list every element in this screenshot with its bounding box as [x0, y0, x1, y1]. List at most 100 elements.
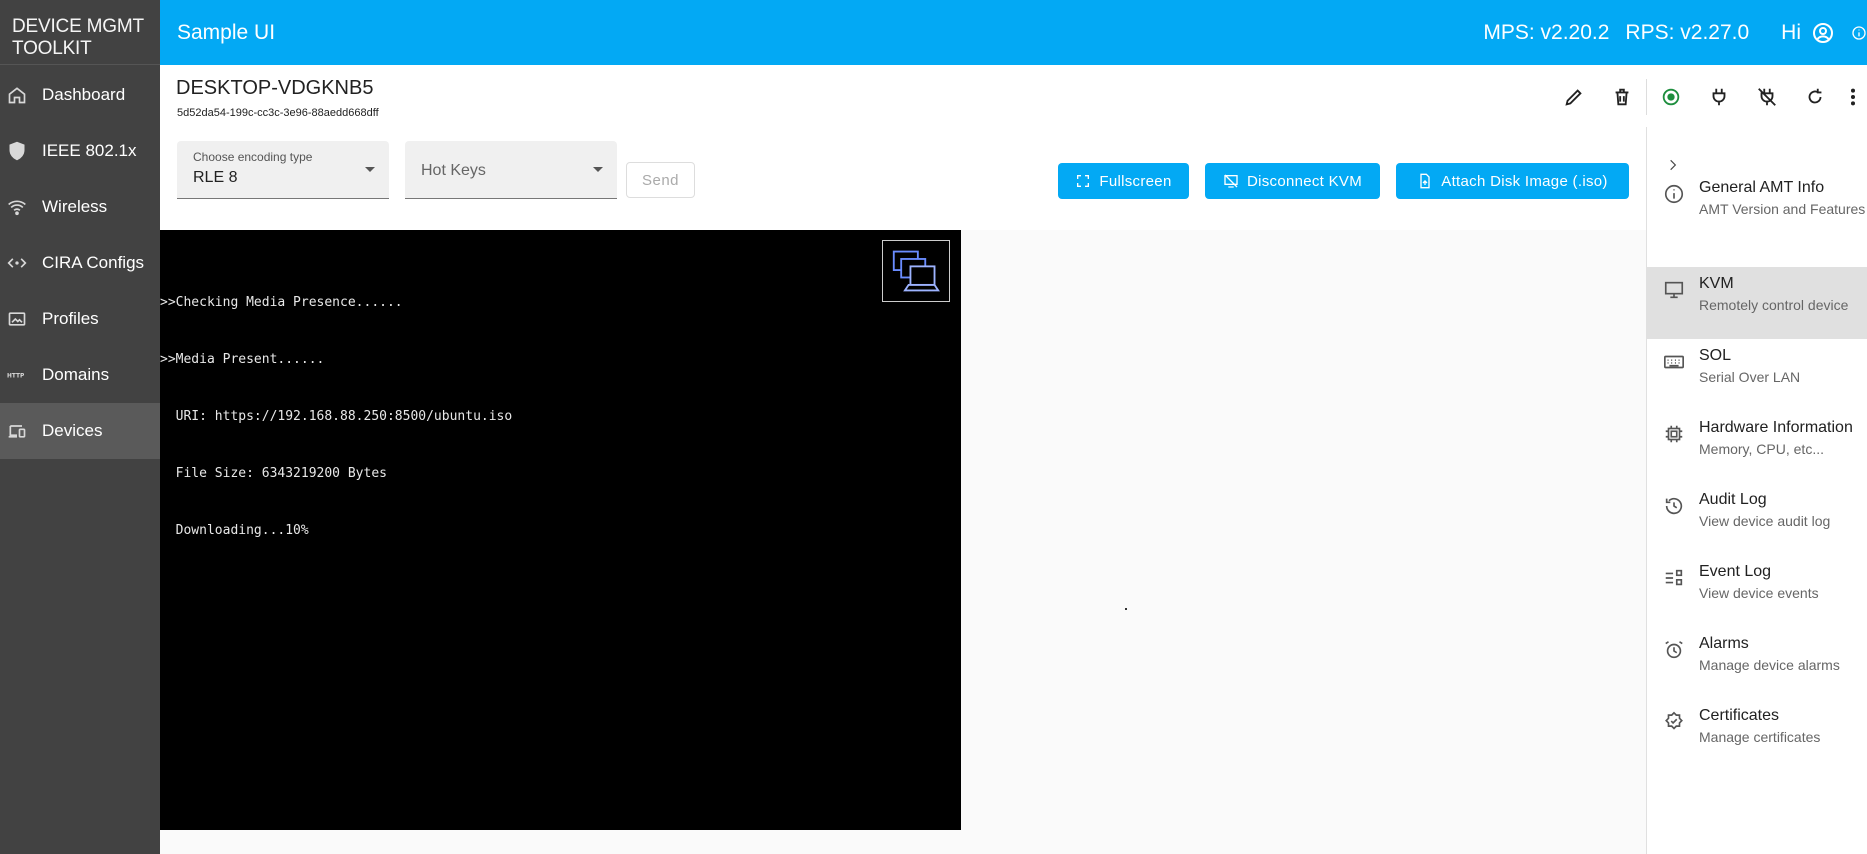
nav-item-title: General AMT Info [1699, 179, 1825, 196]
http-icon: HTTP [7, 365, 27, 385]
console-line: >>Media Present...... [160, 352, 325, 367]
certificate-icon [1663, 711, 1685, 733]
sidebar-item-domains[interactable]: HTTP Domains [0, 347, 160, 403]
nav-certificates[interactable]: Certificates Manage certificates [1647, 699, 1867, 771]
attach-disk-image-label: Attach Disk Image (.iso) [1441, 172, 1608, 190]
fullscreen-button[interactable]: Fullscreen [1058, 163, 1189, 199]
info-icon[interactable] [1851, 21, 1867, 45]
chevron-down-icon [593, 167, 603, 172]
chip-icon [1663, 423, 1685, 445]
version-info: MPS: v2.20.2 RPS: v2.27.0 Hi [1483, 0, 1867, 65]
nav-audit-log[interactable]: Audit Log View device audit log [1647, 483, 1867, 555]
nav-item-subtitle: AMT Version and Features [1699, 201, 1866, 217]
account-circle-icon[interactable] [1811, 21, 1835, 45]
console-output: >>Checking Media Presence...... >>Media … [160, 255, 512, 578]
sidebar-item-label: Dashboard [42, 85, 126, 104]
console-line: Downloading...10% [160, 523, 309, 538]
hot-keys-placeholder: Hot Keys [421, 162, 486, 179]
sidebar-item-label: Domains [42, 365, 110, 384]
edit-button[interactable] [1550, 81, 1598, 113]
brand-line-1: DEVICE MGMT [12, 16, 144, 37]
nav-item-subtitle: Manage certificates [1699, 729, 1821, 745]
nav-item-title: KVM [1699, 275, 1734, 292]
hot-keys-select[interactable]: Hot Keys [405, 141, 617, 199]
delete-button[interactable] [1598, 81, 1646, 113]
event-list-icon [1663, 567, 1685, 589]
attach-disk-image-button[interactable]: Attach Disk Image (.iso) [1396, 163, 1629, 199]
nav-hardware-information[interactable]: Hardware Information Memory, CPU, etc... [1647, 411, 1867, 483]
pencil-icon [1565, 89, 1582, 106]
nav-item-title: Hardware Information [1699, 419, 1853, 436]
more-options-button[interactable] [1839, 81, 1867, 113]
user-greeting: Hi [1781, 20, 1801, 44]
brand-line-2: TOOLKIT [12, 38, 92, 59]
reset-button[interactable] [1791, 81, 1839, 113]
history-icon [1663, 495, 1685, 517]
kvm-toolbar: Choose encoding type RLE 8 Hot Keys Send… [160, 127, 1646, 230]
console-line: >>Checking Media Presence...... [160, 295, 403, 310]
nav-general-amt-info[interactable]: General AMT Info AMT Version and Feature… [1647, 171, 1867, 243]
restart-icon [1808, 88, 1822, 104]
sidebar-item-cira-configs[interactable]: CIRA Configs [0, 235, 160, 291]
nav-item-title: Event Log [1699, 563, 1772, 580]
send-button[interactable]: Send [626, 162, 695, 198]
sidebar-item-ieee[interactable]: IEEE 802.1x [0, 123, 160, 179]
sidebar-item-dashboard[interactable]: Dashboard [0, 67, 160, 123]
app-title: Sample UI [177, 20, 276, 44]
home-icon [7, 85, 27, 105]
disconnect-kvm-button[interactable]: Disconnect KVM [1205, 163, 1380, 199]
trash-icon [1615, 88, 1629, 106]
sidebar-item-label: Devices [42, 421, 103, 440]
console-line: URI: https://192.168.88.250:8500/ubuntu.… [160, 409, 513, 424]
desktop-off-icon [1224, 174, 1238, 188]
plug-icon [1712, 88, 1726, 106]
file-upload-icon [1420, 173, 1430, 189]
fullscreen-label: Fullscreen [1099, 172, 1172, 190]
sidebar-item-wireless[interactable]: Wireless [0, 179, 160, 235]
nav-item-title: Alarms [1699, 635, 1749, 652]
nav-item-subtitle: Manage device alarms [1699, 657, 1840, 673]
nav-item-subtitle: Serial Over LAN [1699, 369, 1801, 385]
power-off-button[interactable] [1743, 81, 1791, 113]
power-up-button[interactable] [1695, 81, 1743, 113]
nav-event-log[interactable]: Event Log View device events [1647, 555, 1867, 627]
profile-icon [7, 309, 27, 329]
keyboard-icon [1663, 351, 1685, 373]
nav-alarms[interactable]: Alarms Manage device alarms [1647, 627, 1867, 699]
top-app-bar: Sample UI MPS: v2.20.2 RPS: v2.27.0 Hi [160, 0, 1867, 65]
brand-logo-text: DEVICE MGMT TOOLKIT [0, 0, 160, 65]
rps-version: RPS: v2.27.0 [1625, 20, 1750, 44]
svg-text:HTTP: HTTP [7, 374, 25, 380]
nav-item-subtitle: Memory, CPU, etc... [1699, 441, 1824, 457]
power-status-button[interactable] [1647, 81, 1695, 113]
sidebar-item-devices[interactable]: Devices [0, 403, 160, 459]
sidebar-item-label: IEEE 802.1x [42, 141, 137, 160]
console-line: File Size: 6343219200 Bytes [160, 466, 387, 481]
device-guid: 5d52da54-199c-cc3c-3e96-88aedd668dff [177, 107, 379, 119]
nav-item-subtitle: View device events [1699, 585, 1819, 601]
wifi-icon [7, 197, 27, 217]
code-icon [7, 253, 27, 273]
monitor-icon [1663, 279, 1685, 301]
encoding-type-select[interactable]: Choose encoding type RLE 8 [177, 141, 389, 199]
sidebar-item-label: Wireless [42, 197, 108, 216]
kvm-canvas[interactable]: >>Checking Media Presence...... >>Media … [160, 230, 961, 830]
disconnect-kvm-label: Disconnect KVM [1246, 172, 1363, 190]
nav-kvm[interactable]: KVM Remotely control device [1647, 267, 1867, 339]
more-vert-icon [1850, 88, 1856, 106]
shield-icon [7, 141, 27, 161]
nav-item-subtitle: View device audit log [1699, 513, 1831, 529]
chevron-down-icon [365, 167, 375, 172]
nav-item-subtitle: Remotely control device [1699, 297, 1849, 313]
nav-sol[interactable]: SOL Serial Over LAN [1647, 339, 1867, 411]
device-actions [1550, 79, 1867, 115]
sidebar-item-label: CIRA Configs [42, 253, 145, 272]
nav-item-title: SOL [1699, 347, 1732, 364]
power-on-icon [1662, 88, 1680, 106]
device-name: DESKTOP-VDGKNB5 [176, 77, 374, 99]
network-computers-icon [882, 240, 950, 302]
sidebar-item-profiles[interactable]: Profiles [0, 291, 160, 347]
plug-off-icon [1758, 88, 1776, 106]
nav-item-title: Certificates [1699, 707, 1780, 724]
nav-item-title: Audit Log [1699, 491, 1767, 508]
